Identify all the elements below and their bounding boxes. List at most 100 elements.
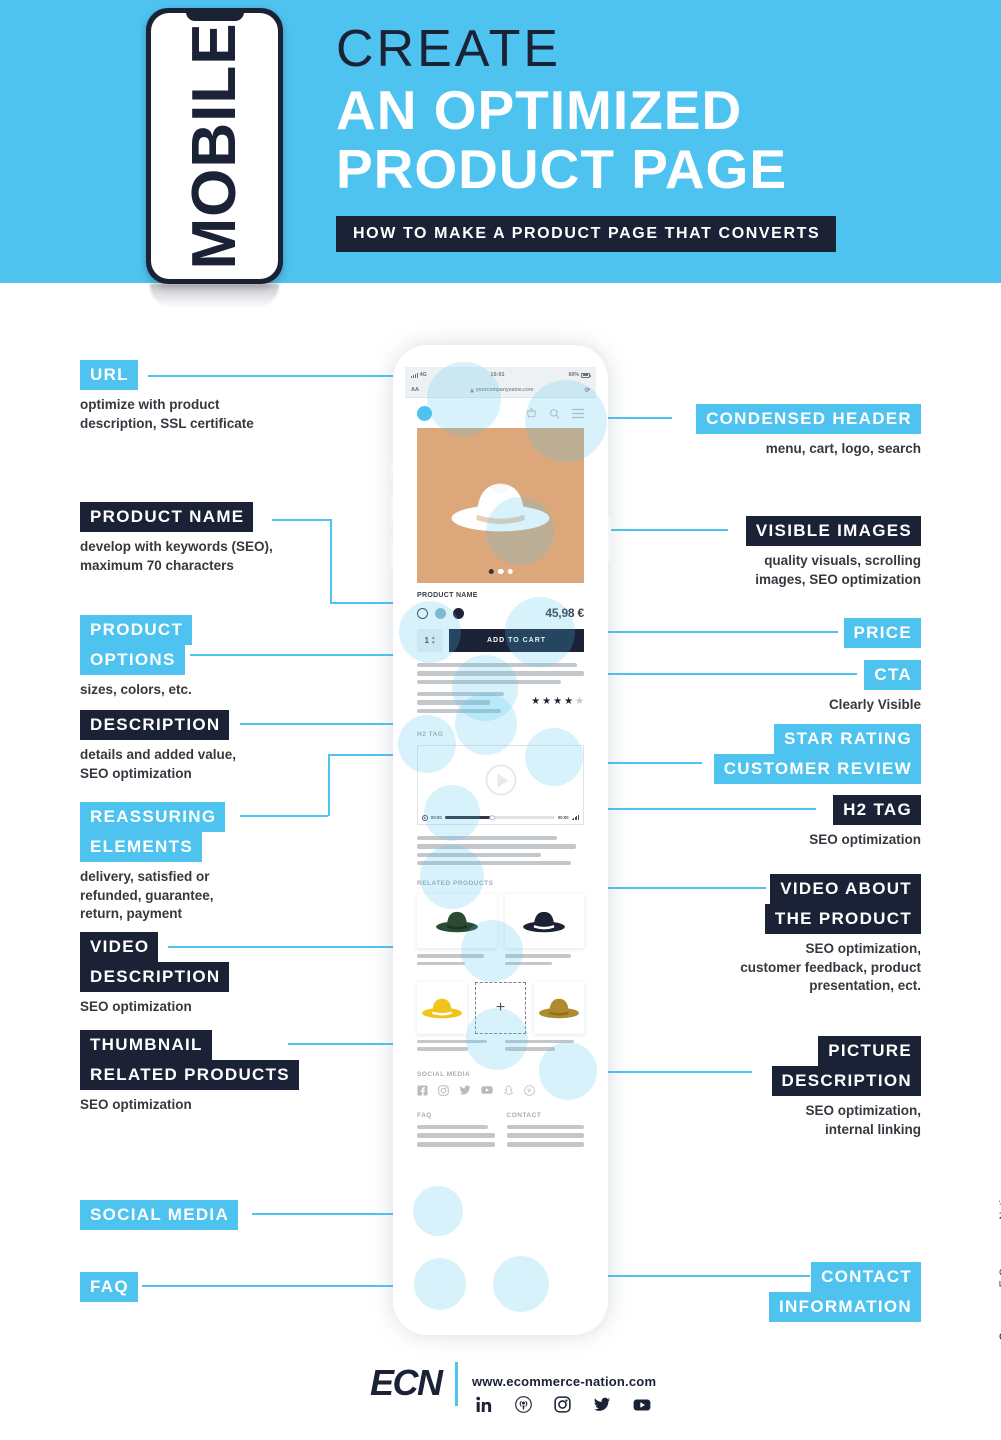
callout-price-tag: PRICE	[843, 618, 921, 649]
add-product-placeholder[interactable]: +	[474, 981, 527, 1034]
quantity-stepper[interactable]: 1 ▲ ▼	[417, 629, 443, 652]
callout-picture-description: PICTURE DESCRIPTION SEO optimization, in…	[771, 1036, 921, 1139]
callout-video-description-tag-1: VIDEO	[80, 932, 159, 963]
callout-reassuring-tag-1: REASSURING	[80, 802, 226, 833]
hero-subtitle: HOW TO MAKE A PRODUCT PAGE THAT CONVERTS	[336, 216, 837, 253]
network-label: 4G	[419, 372, 427, 378]
connector-product-name-a	[272, 519, 330, 521]
callout-picture-description-tag-1: PICTURE	[818, 1036, 921, 1067]
cart-icon[interactable]	[526, 408, 537, 419]
connector-faq	[142, 1285, 408, 1287]
product-thumb-yellow[interactable]	[417, 981, 467, 1034]
video-player[interactable]: 00:00 00:00	[417, 745, 584, 826]
callout-video-description: VIDEO DESCRIPTION SEO optimization	[80, 932, 230, 1017]
reload-icon[interactable]: ⟳	[585, 386, 590, 394]
callout-visible-images-sub: quality visuals, scrolling images, SEO o…	[755, 553, 921, 587]
pinterest-icon[interactable]	[524, 1084, 535, 1096]
faq-label: FAQ	[417, 1111, 432, 1119]
callout-reassuring-elements: REASSURING ELEMENTS delivery, satisfied …	[80, 802, 226, 924]
url-field[interactable]: yourcompanyname.com	[419, 387, 585, 393]
connector-reassuring-b	[328, 754, 330, 816]
status-bar-right: 60%	[568, 372, 591, 378]
battery-percent: 60%	[568, 372, 579, 378]
quantity-value: 1	[424, 636, 429, 645]
star-rating[interactable]: ★ ★ ★ ★ ★	[531, 695, 584, 707]
instagram-icon[interactable]	[554, 1396, 571, 1413]
connector-thumbnail-related	[288, 1043, 408, 1045]
swatch-blue[interactable]	[435, 607, 446, 619]
callout-video-description-sub: SEO optimization	[80, 999, 192, 1015]
callout-video-about-product: VIDEO ABOUT THE PRODUCT SEO optimization…	[740, 874, 921, 996]
connector-description	[240, 723, 410, 725]
facebook-icon[interactable]	[417, 1085, 428, 1096]
callout-condensed-header-sub: menu, cart, logo, search	[765, 441, 921, 457]
browser-url-bar[interactable]: AA yourcompanyname.com ⟳	[405, 383, 596, 398]
product-info: PRODUCT NAME 45,98 € 1 ▲ ▼ ADD TO CART	[405, 583, 596, 652]
callout-cta-tag: CTA	[864, 660, 921, 691]
product-hero-image[interactable]	[417, 428, 584, 583]
text-size-button[interactable]: AA	[411, 387, 419, 393]
menu-icon[interactable]	[572, 408, 584, 419]
callout-video-about-tag-2: THE PRODUCT	[764, 904, 921, 935]
star-3-icon: ★	[553, 695, 563, 707]
phone-button-power	[608, 515, 611, 563]
video-progress-bar[interactable]	[444, 814, 555, 821]
related-product-thumb-navy[interactable]	[504, 894, 584, 949]
search-icon[interactable]	[549, 408, 560, 419]
color-swatches[interactable]	[417, 607, 464, 619]
video-controls[interactable]: 00:00 00:00	[418, 811, 583, 824]
faq-contact-row: FAQ CONTACT	[405, 1112, 596, 1151]
connector-cta	[570, 673, 857, 675]
callout-description-tag: DESCRIPTION	[80, 710, 230, 741]
product-price: 45,98 €	[545, 606, 584, 620]
youtube-icon[interactable]	[633, 1398, 651, 1412]
video-play-small-icon[interactable]	[422, 814, 428, 821]
podcast-icon[interactable]	[515, 1396, 532, 1413]
status-bar-left: 4G	[411, 372, 427, 378]
linkedin-icon[interactable]	[476, 1396, 493, 1413]
callout-reassuring-sub: delivery, satisfied or refunded, guarant…	[80, 869, 214, 922]
product-description-placeholder	[405, 663, 596, 684]
callout-h2-tag-tag: H2 TAG	[833, 795, 921, 826]
play-button-icon[interactable]	[485, 764, 516, 796]
add-to-cart-button[interactable]: ADD TO CART	[449, 629, 584, 652]
volume-icon[interactable]	[571, 815, 579, 821]
hero-phone-mockup: MOBILE	[146, 8, 283, 284]
callout-star-rating: STAR RATING CUSTOMER REVIEW	[713, 724, 921, 785]
footer-website[interactable]: www.ecommerce-nation.com	[472, 1374, 656, 1389]
logo-icon[interactable]	[417, 405, 432, 421]
connector-product-name-b	[330, 519, 332, 603]
hat-icon-white	[451, 482, 550, 531]
title-line-1: CREATE	[336, 20, 562, 78]
quantity-arrows-icon[interactable]: ▲ ▼	[431, 635, 435, 645]
swatch-white[interactable]	[417, 607, 428, 619]
snapchat-icon[interactable]	[503, 1085, 514, 1096]
h2-tag-label: H2 TAG	[417, 731, 444, 739]
hat-icon-yellow	[421, 998, 462, 1019]
carousel-dots[interactable]	[488, 568, 513, 574]
callout-faq: FAQ	[80, 1272, 138, 1303]
callout-contact-tag-1: CONTACT	[811, 1262, 921, 1293]
callout-product-options-tag-2: OPTIONS	[80, 645, 185, 676]
battery-icon	[581, 372, 591, 378]
callout-picture-description-sub: SEO optimization, internal linking	[805, 1103, 921, 1137]
callout-thumbnail-tag-2: RELATED PRODUCTS	[80, 1060, 299, 1091]
product-options-row: 45,98 €	[417, 606, 584, 620]
swatch-dark[interactable]	[453, 607, 464, 619]
instagram-icon[interactable]	[438, 1084, 449, 1096]
related-product-thumb-green[interactable]	[417, 894, 497, 949]
url-text: yourcompanyname.com	[475, 387, 534, 393]
twitter-icon[interactable]	[459, 1085, 471, 1096]
status-bar-time: 10:01	[490, 372, 505, 378]
product-thumb-brown[interactable]	[534, 981, 585, 1034]
connector-product-options	[190, 654, 405, 656]
callout-video-about-tag-1: VIDEO ABOUT	[770, 874, 921, 905]
callout-url-tag: URL	[80, 360, 138, 391]
youtube-icon[interactable]	[481, 1085, 493, 1095]
video-time-total: 00:00	[557, 815, 569, 821]
star-4-icon: ★	[564, 695, 574, 707]
site-header-icons	[526, 408, 584, 419]
twitter-icon[interactable]	[593, 1397, 611, 1413]
picture-description-caption-bars	[405, 1039, 596, 1055]
video-time-current: 00:00	[431, 815, 442, 821]
